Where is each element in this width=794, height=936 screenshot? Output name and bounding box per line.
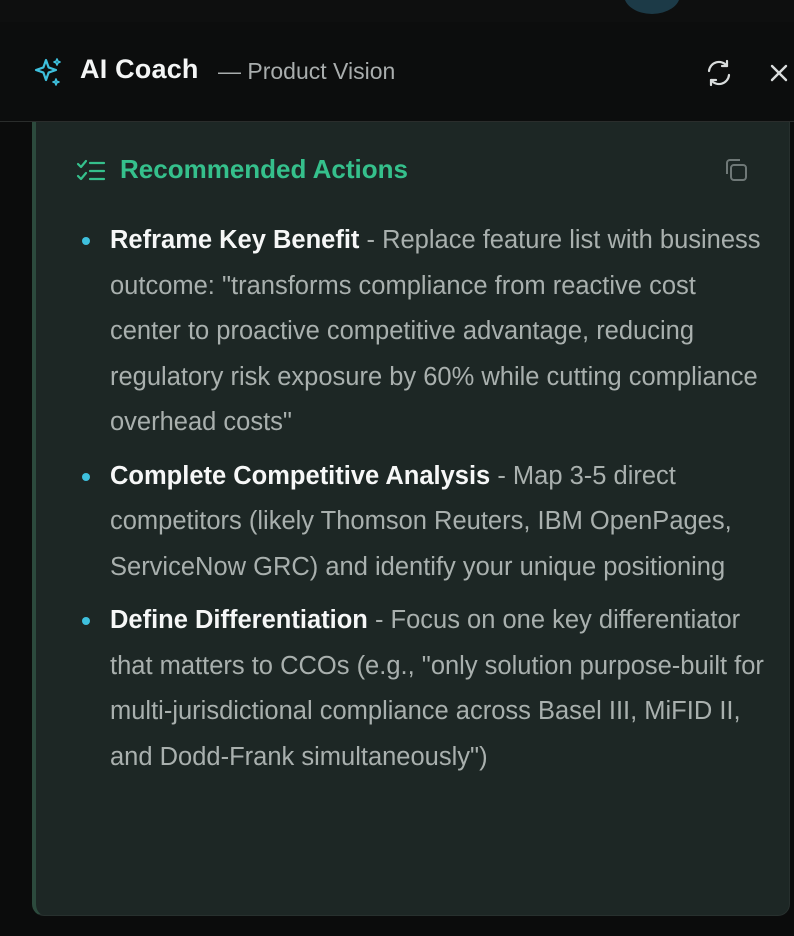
action-body: - Replace feature list with business out… (110, 226, 761, 436)
action-title: Reframe Key Benefit (110, 226, 360, 254)
refresh-button[interactable] (704, 58, 736, 90)
list-item: Define Differentiation - Focus on one ke… (80, 598, 770, 780)
recommended-actions-card: Recommended Actions Reframe Key Benefit … (32, 122, 790, 916)
close-button[interactable] (766, 58, 794, 90)
action-title: Complete Competitive Analysis (110, 461, 491, 490)
bullet (82, 237, 90, 245)
list-item: Complete Competitive Analysis - Map 3-5 … (80, 454, 770, 591)
sparkle-icon (32, 56, 64, 88)
top-strip (0, 0, 794, 22)
copy-icon (726, 159, 747, 181)
list-item: Reframe Key Benefit - Replace feature li… (80, 218, 770, 446)
bullet (82, 617, 90, 625)
copy-button[interactable] (722, 156, 750, 184)
avatar[interactable] (624, 0, 680, 14)
panel-title: AI Coach (80, 54, 199, 84)
bullet (82, 472, 90, 481)
actions-list: Reframe Key Benefit - Replace feature li… (80, 218, 770, 788)
action-title: Define Differentiation (110, 606, 368, 634)
panel-header: AI Coach — Product Vision (0, 22, 794, 122)
card-title: Recommended Actions (120, 154, 408, 184)
refresh-icon (707, 59, 731, 87)
close-icon (770, 64, 788, 82)
panel-subtitle: — Product Vision (218, 58, 396, 84)
checklist-icon (76, 158, 106, 184)
